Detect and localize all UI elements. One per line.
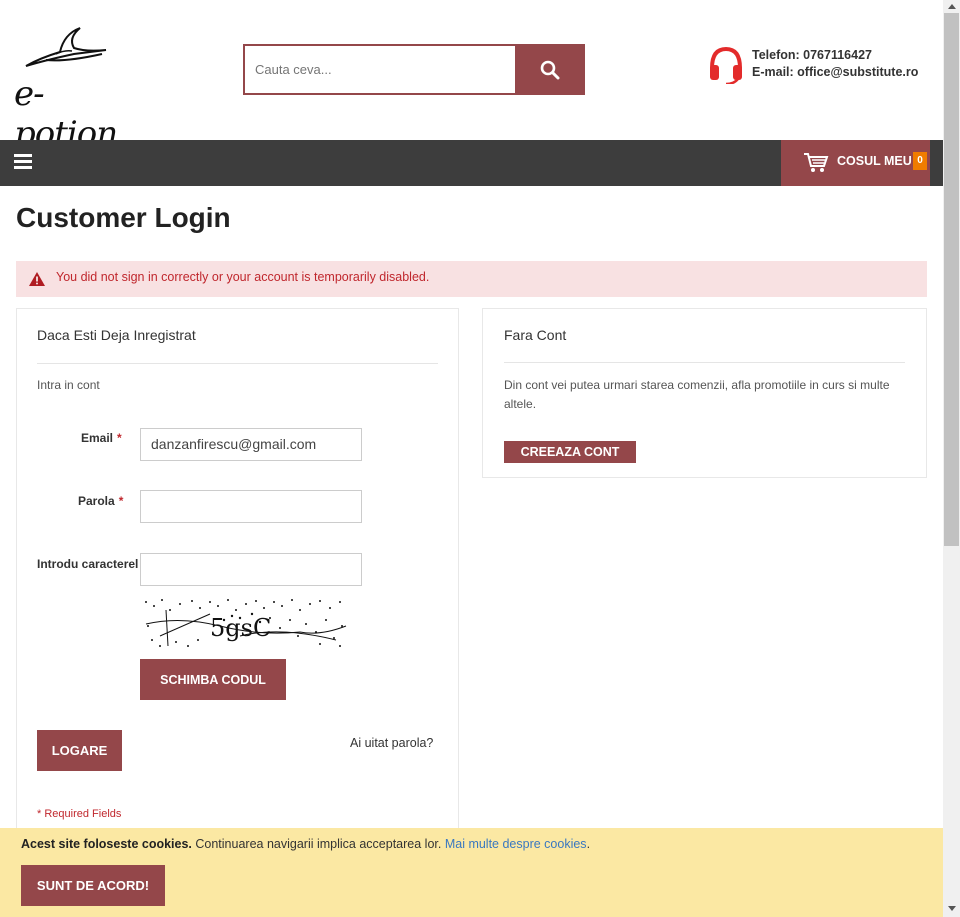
forgot-password-link[interactable]: Ai uitat parola? — [350, 736, 433, 750]
menu-icon[interactable] — [14, 154, 32, 170]
scroll-down-arrow-icon[interactable] — [943, 902, 960, 915]
warning-icon — [29, 272, 45, 286]
search-field[interactable] — [243, 44, 515, 95]
password-field[interactable] — [140, 490, 362, 523]
scrollbar-thumb[interactable] — [944, 13, 959, 546]
register-description: Din cont vei putea urmari starea comenzi… — [504, 378, 890, 411]
alert-message: You did not sign in correctly or your ac… — [56, 270, 430, 284]
cookie-bold-text: Acest site foloseste cookies. — [21, 837, 192, 851]
cart-button[interactable]: COSUL MEU 0 — [781, 140, 930, 186]
headset-icon — [710, 46, 742, 84]
register-divider — [504, 362, 905, 363]
cookie-text: Continuarea navigarii implica acceptarea… — [191, 837, 445, 851]
error-alert: You did not sign in correctly or your ac… — [16, 261, 927, 297]
email-field[interactable]: danzanfirescu@gmail.com — [140, 428, 362, 461]
page-title: Customer Login — [16, 202, 231, 233]
witch-hat-icon — [25, 27, 107, 67]
search-button[interactable] — [515, 44, 585, 95]
change-code-button[interactable]: SCHIMBA CODUL — [140, 659, 286, 700]
login-button[interactable]: LOGARE — [37, 730, 122, 771]
search-icon — [540, 60, 560, 79]
password-label: Parola * — [78, 494, 124, 508]
contact-info: Telefon: 0767116427 E-mail: office@subst… — [708, 44, 938, 84]
accept-cookies-button[interactable]: SUNT DE ACORD! — [21, 865, 165, 906]
contact-email: E-mail: office@substitute.ro — [752, 65, 919, 79]
cart-label: COSUL MEU — [837, 154, 912, 168]
search-input[interactable] — [245, 46, 515, 93]
site-logo[interactable]: e-potion — [14, 22, 124, 154]
cart-count-badge: 0 — [913, 152, 927, 170]
contact-phone: Telefon: 0767116427 — [752, 48, 872, 62]
required-marker: * — [117, 431, 122, 445]
cookie-info-link[interactable]: Mai multe despre cookies — [445, 837, 587, 851]
captcha-field[interactable] — [140, 553, 362, 586]
captcha-label: Introdu caracterel — [37, 557, 139, 571]
login-card-title: Daca Esti Deja Inregistrat — [37, 327, 196, 343]
required-fields-note: * Required Fields — [37, 808, 122, 820]
login-subtitle: Intra in cont — [37, 378, 100, 392]
cart-icon — [804, 153, 829, 172]
captcha-image: 5gsC — [140, 596, 348, 650]
register-card-title: Fara Cont — [504, 327, 567, 343]
email-label: Email * — [81, 431, 122, 445]
required-marker: * — [118, 494, 124, 508]
login-divider — [37, 363, 438, 364]
cookie-message: Acest site foloseste cookies. Continuare… — [21, 837, 591, 851]
create-account-button[interactable]: CREEAZA CONT — [504, 441, 636, 463]
captcha-text: 5gsC — [210, 614, 271, 642]
scroll-up-arrow-icon[interactable] — [943, 0, 960, 13]
